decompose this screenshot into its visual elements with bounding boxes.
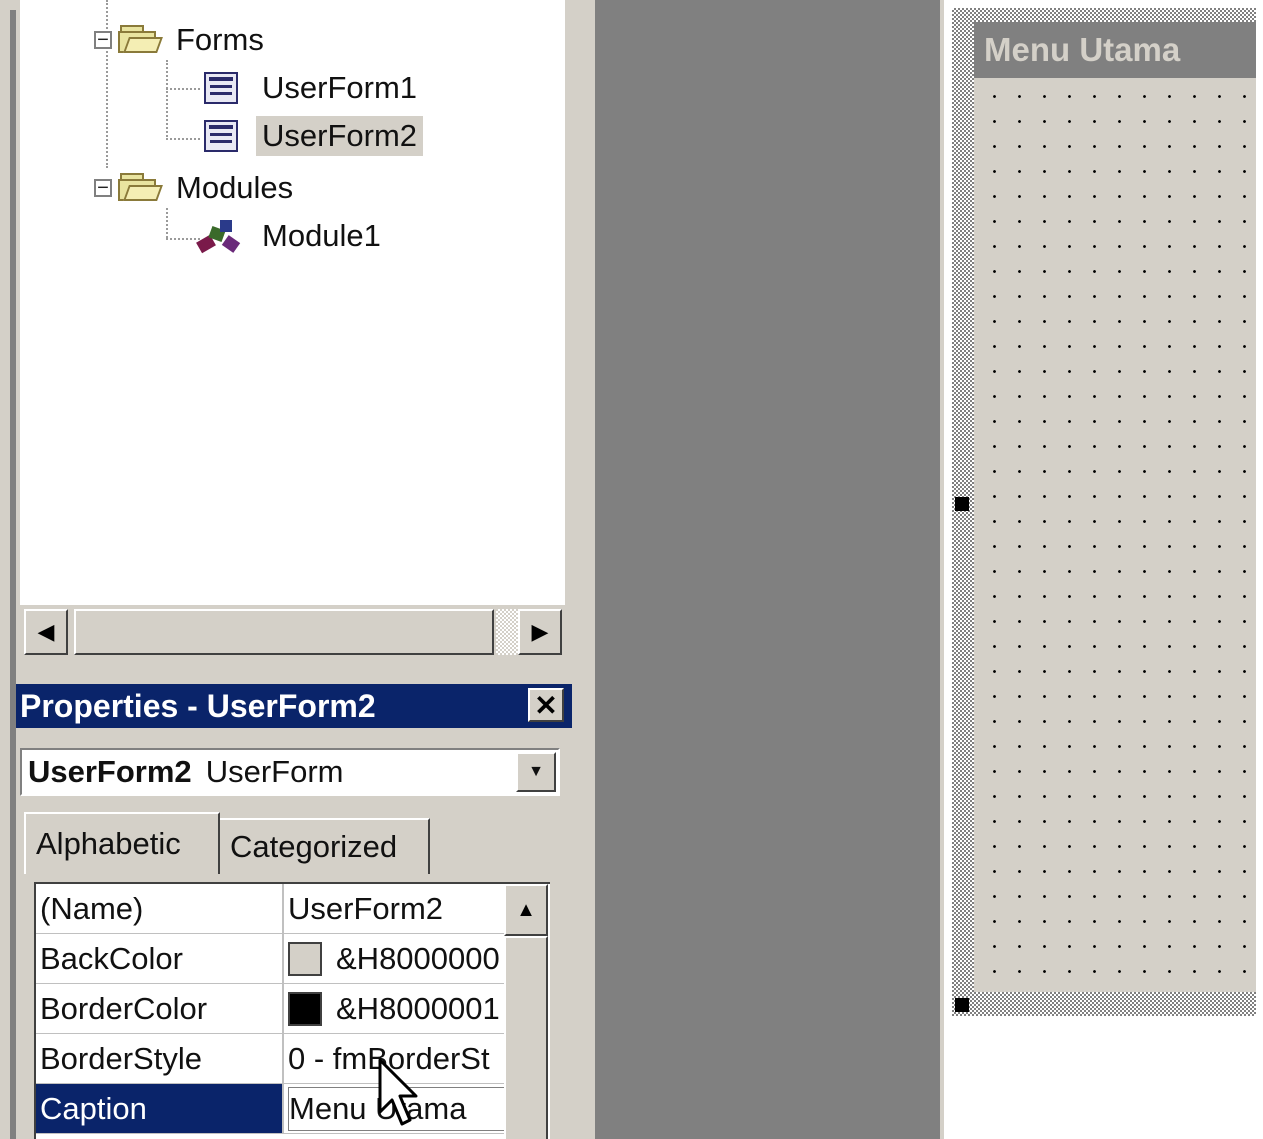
- property-value[interactable]: UserForm2: [288, 884, 506, 933]
- tab-label: Categorized: [230, 829, 398, 864]
- scroll-right-arrow-icon[interactable]: ▶: [518, 609, 562, 655]
- tab-categorized[interactable]: Categorized: [220, 818, 430, 874]
- selection-frame[interactable]: [952, 8, 1256, 22]
- scrollbar-thumb[interactable]: [504, 936, 548, 1139]
- column-divider: [282, 884, 284, 933]
- tab-label: Alphabetic: [36, 826, 181, 861]
- tree-item-userform1[interactable]: UserForm1: [204, 68, 423, 108]
- tree-connector: [166, 88, 200, 90]
- userform-surface[interactable]: [974, 22, 1256, 992]
- property-value-text: UserForm2: [288, 891, 444, 926]
- chevron-down-icon[interactable]: ▼: [516, 752, 556, 792]
- selection-frame[interactable]: [952, 992, 1256, 1016]
- workspace-background: [595, 0, 940, 1139]
- scrollbar-thumb[interactable]: [74, 609, 494, 655]
- scroll-up-arrow-icon[interactable]: ▲: [504, 884, 548, 936]
- horizontal-scrollbar[interactable]: ◀ ▶: [20, 607, 565, 657]
- tree-item-modules[interactable]: − Modules: [94, 168, 299, 208]
- column-divider: [282, 1084, 284, 1133]
- property-value[interactable]: &H8000001: [288, 984, 506, 1033]
- property-row[interactable]: BorderStyle 0 - fmBorderSt: [36, 1034, 506, 1084]
- resize-handle[interactable]: [955, 998, 969, 1012]
- property-row[interactable]: (Name) UserForm2: [36, 884, 506, 934]
- userform-icon: [204, 72, 238, 104]
- folder-open-icon: [118, 25, 163, 55]
- close-icon[interactable]: ✕: [528, 688, 564, 722]
- object-name: UserForm2: [28, 754, 192, 789]
- tree-connector: [166, 60, 168, 140]
- property-value-text: &H8000001: [336, 991, 500, 1026]
- tree-connector: [166, 238, 200, 240]
- column-divider: [282, 934, 284, 983]
- tree-connector: [166, 208, 168, 238]
- property-value[interactable]: &H8000000: [288, 934, 506, 983]
- object-type: UserForm: [205, 754, 344, 789]
- property-name: (Name): [40, 891, 144, 926]
- properties-title-bar[interactable]: Properties - UserForm2 ✕: [16, 684, 572, 728]
- userform-caption: Menu Utama: [984, 31, 1181, 68]
- tree-item-label: UserForm1: [262, 70, 418, 105]
- project-explorer-tree[interactable]: − Forms UserForm1 UserForm2 − Modules Mo…: [20, 0, 567, 605]
- column-divider: [282, 984, 284, 1033]
- pane-edge: [10, 10, 16, 1139]
- property-row[interactable]: BackColor &H8000000: [36, 934, 506, 984]
- module-icon: [196, 218, 241, 254]
- tree-item-label: Forms: [176, 22, 264, 57]
- tab-alphabetic[interactable]: Alphabetic: [24, 812, 220, 874]
- property-name: Caption: [36, 1084, 282, 1133]
- tree-item-forms[interactable]: − Forms: [94, 20, 270, 60]
- color-swatch: [288, 991, 322, 1026]
- property-name: BorderColor: [40, 991, 208, 1026]
- vertical-scrollbar[interactable]: ▲: [504, 884, 548, 1139]
- mouse-pointer-icon: [378, 1058, 418, 1126]
- object-selector-combo[interactable]: UserForm2 UserForm ▼: [20, 748, 560, 796]
- tree-item-label: UserForm2: [256, 116, 424, 156]
- folder-open-icon: [118, 173, 163, 203]
- userform-icon: [204, 120, 238, 152]
- tree-item-label: Modules: [176, 170, 294, 205]
- property-name: BorderStyle: [40, 1041, 202, 1076]
- tree-item-userform2[interactable]: UserForm2: [204, 116, 424, 156]
- resize-handle[interactable]: [955, 497, 969, 511]
- properties-grid[interactable]: (Name) UserForm2 BackColor &H8000000 Bor…: [34, 882, 550, 1139]
- property-row[interactable]: BorderColor &H8000001: [36, 984, 506, 1034]
- property-name: BackColor: [40, 941, 183, 976]
- userform-caption-bar[interactable]: Menu Utama: [974, 22, 1256, 78]
- column-divider: [282, 1034, 284, 1083]
- tree-item-label: Module1: [262, 218, 381, 253]
- collapse-icon[interactable]: −: [94, 178, 112, 198]
- collapse-icon[interactable]: −: [94, 30, 112, 50]
- property-value-text: &H8000000: [336, 941, 500, 976]
- properties-title: Properties - UserForm2: [20, 687, 376, 724]
- color-swatch: [288, 941, 322, 976]
- property-row-caption[interactable]: Caption Menu Utama: [36, 1084, 506, 1134]
- tree-item-module1[interactable]: Module1: [196, 216, 387, 256]
- scroll-left-arrow-icon[interactable]: ◀: [24, 609, 68, 655]
- tree-connector: [166, 138, 200, 140]
